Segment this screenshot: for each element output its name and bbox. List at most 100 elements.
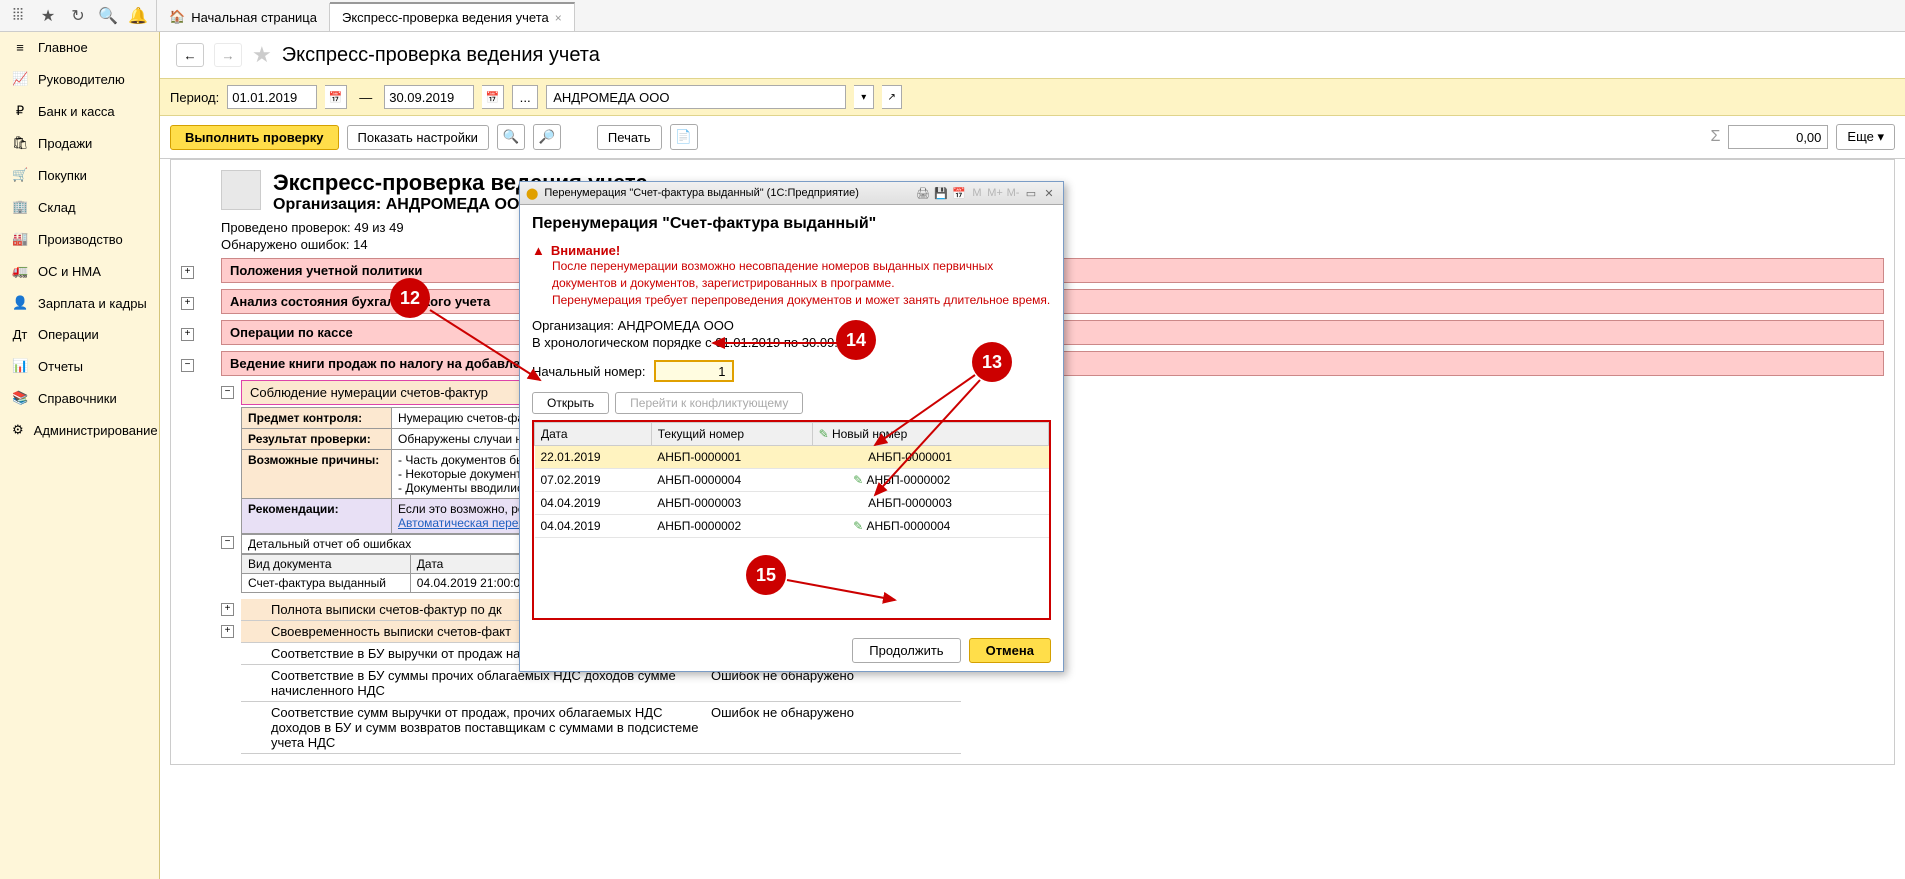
tree-toggle[interactable]: + [181,328,194,341]
tab-active[interactable]: Экспресс-проверка ведения учета × [330,2,575,31]
ruble-icon: ₽ [12,103,28,119]
sidebar-label: Администрирование [34,423,158,438]
page-title: Экспресс-проверка ведения учета [282,44,600,67]
table-cell[interactable]: Счет-фактура выданный [242,574,411,593]
org-dropdown-icon[interactable]: ▾ [854,85,874,109]
star-icon[interactable]: ★ [36,4,60,28]
calendar-to-icon[interactable]: 📅 [482,85,504,109]
sidebar-item-reports[interactable]: 📊 Отчеты [0,350,159,382]
sidebar-item-purchases[interactable]: 🛒Покупки [0,159,159,191]
sidebar-label: Отчеты [38,359,83,374]
table-row[interactable]: 22.01.2019АНБП-0000001АНБП-0000001 [535,446,1049,469]
dialog-titlebar[interactable]: ⬤ Перенумерация "Счет-фактура выданный" … [520,182,1063,205]
start-number-input[interactable] [654,360,734,382]
print-preview-icon[interactable]: 📄 [670,124,698,150]
apps-icon[interactable]: ⦙⦙⦙ [6,4,30,28]
show-settings-button[interactable]: Показать настройки [347,125,489,150]
date-to-input[interactable] [384,85,474,109]
err-report-header: Детальный отчет об ошибках [241,534,541,554]
org-open-icon[interactable]: ↗ [882,85,902,109]
sidebar-label: Банк и касса [38,104,115,119]
dialog-period: В хронологическом порядке с 01.01.2019 п… [532,335,1051,350]
sidebar-item-main[interactable]: ≡ Главное [0,32,159,63]
tree-toggle[interactable]: + [221,625,234,638]
cell: 04.04.2019 [535,515,652,538]
sub-invoice-numbering[interactable]: Соблюдение нумерации счетов-фактур [241,380,541,405]
search-icon[interactable]: 🔍 [497,124,525,150]
sidebar-item-refs[interactable]: 📚Справочники [0,382,159,414]
sum-input[interactable] [1728,125,1828,149]
tree-toggle[interactable]: + [181,297,194,310]
page-header: ← → ★ Экспресс-проверка ведения учета [160,32,1905,78]
table-row[interactable]: 04.04.2019АНБП-0000002✎ АНБП-0000004 [535,515,1049,538]
sidebar-label: Продажи [38,136,92,151]
run-check-button[interactable]: Выполнить проверку [170,125,339,150]
open-button[interactable]: Открыть [532,392,609,414]
cell: АНБП-0000004 [651,469,812,492]
tree-toggle[interactable]: + [221,603,234,616]
sidebar-item-warehouse[interactable]: 🏢Склад [0,191,159,223]
sidebar-item-assets[interactable]: 🚛ОС и НМА [0,255,159,287]
favorite-icon[interactable]: ★ [252,42,272,68]
menu-icon: ≡ [12,40,28,55]
sidebar-item-manager[interactable]: 📈Руководителю [0,63,159,95]
table-row[interactable]: 04.04.2019АНБП-0000003АНБП-0000003 [535,492,1049,515]
continue-button[interactable]: Продолжить [852,638,960,663]
cancel-button[interactable]: Отмена [969,638,1051,663]
cell: АНБП-0000002 [651,515,812,538]
back-button[interactable]: ← [176,43,204,67]
table-row[interactable]: 07.02.2019АНБП-0000004✎ АНБП-0000002 [535,469,1049,492]
sidebar: ≡ Главное 📈Руководителю ₽ Банк и касса 🛍Пр… [0,32,160,879]
tab-close-icon[interactable]: × [555,11,562,25]
callout-13: 13 [972,342,1012,382]
history-icon[interactable]: ↻ [66,4,90,28]
col-date[interactable]: Дата [535,423,652,446]
print-icon[interactable]: 🖨 [915,185,931,201]
close-icon[interactable]: ✕ [1041,185,1057,201]
minimize-icon[interactable]: ▭ [1023,185,1039,201]
sidebar-item-operations[interactable]: ДтОперации [0,319,159,350]
cell: 22.01.2019 [535,446,652,469]
check-row[interactable]: Соответствие сумм выручки от продаж, про… [241,702,961,754]
calendar-from-icon[interactable]: 📅 [325,85,347,109]
org-input[interactable] [546,85,846,109]
tree-toggle[interactable]: − [221,386,234,399]
search-back-icon[interactable]: 🔎 [533,124,561,150]
tab-home[interactable]: 🏠 Начальная страница [157,3,330,31]
tree-toggle[interactable]: + [181,266,194,279]
bell-icon[interactable]: 🔔 [126,4,150,28]
save-icon[interactable]: 💾 [933,185,949,201]
print-button[interactable]: Печать [597,125,662,150]
tab-active-label: Экспресс-проверка ведения учета [342,10,549,25]
sidebar-item-admin[interactable]: ⚙Администрирование [0,414,159,446]
sidebar-item-sales[interactable]: 🛍Продажи [0,127,159,159]
sidebar-item-hr[interactable]: 👤Зарплата и кадры [0,287,159,319]
period-picker-button[interactable]: ... [512,85,538,109]
sidebar-item-production[interactable]: 🏭Производство [0,223,159,255]
cell: АНБП-0000003 [812,492,1048,515]
col-current[interactable]: Текущий номер [651,423,812,446]
more-button[interactable]: Еще ▾ [1836,124,1895,150]
cell: ✎ АНБП-0000004 [812,515,1048,538]
dt-icon: Дт [12,327,28,342]
sidebar-item-bank[interactable]: ₽ Банк и касса [0,95,159,127]
col-new[interactable]: ✎ Новый номер [812,423,1048,446]
tree-toggle[interactable]: − [221,536,234,549]
date-from-input[interactable] [227,85,317,109]
error-table: Вид документаДата Счет-фактура выданный0… [241,554,541,593]
cell-label: Рекомендации: [242,499,392,534]
forward-button[interactable]: → [214,43,242,67]
tree-toggle[interactable]: − [181,359,194,372]
truck-icon: 🚛 [12,263,28,279]
filter-bar: Период: 📅 — 📅 ... ▾ ↗ [160,78,1905,116]
search-top-icon[interactable]: 🔍 [96,4,120,28]
sidebar-label: Главное [38,40,88,55]
calendar-icon[interactable]: 📅 [951,185,967,201]
factory-icon: 🏭 [12,231,28,247]
renumber-table-box: Дата Текущий номер ✎ Новый номер 22.01.2… [532,420,1051,620]
tab-home-label: Начальная страница [191,10,317,25]
report-icon: 📊 [12,358,28,374]
cell: АНБП-0000001 [651,446,812,469]
cell-label: Возможные причины: [242,450,392,499]
cell: ✎ АНБП-0000002 [812,469,1048,492]
